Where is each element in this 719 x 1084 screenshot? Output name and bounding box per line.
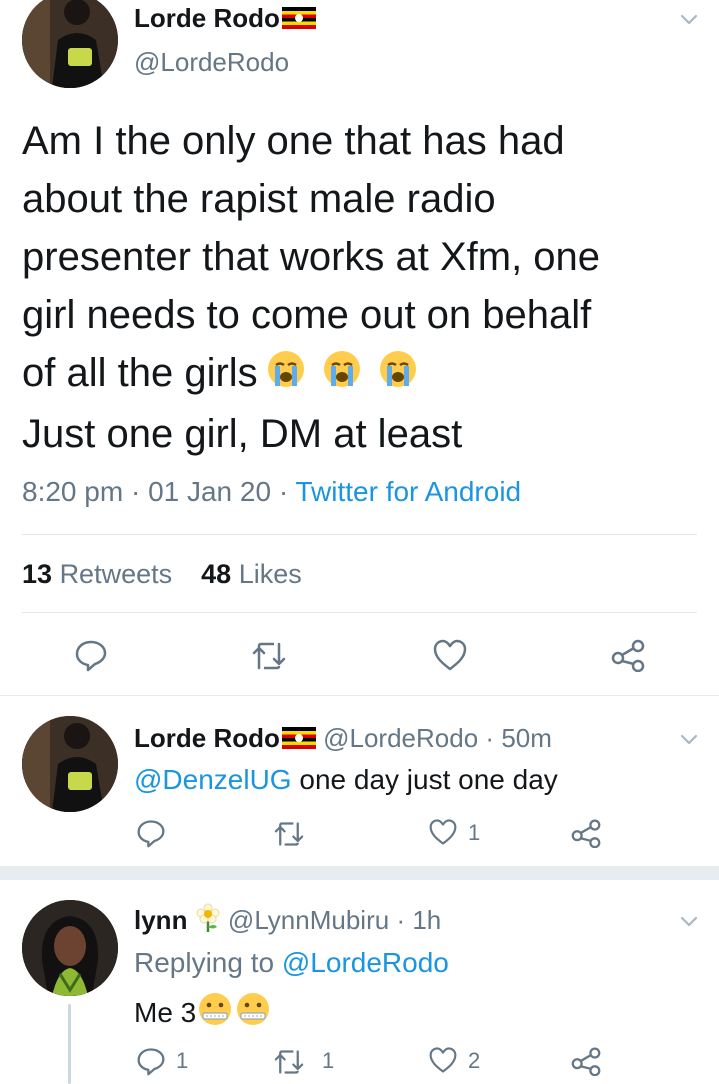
chevron-down-icon[interactable] [678, 8, 700, 30]
heart-icon[interactable] [432, 638, 468, 672]
tweet-age[interactable]: 50m [501, 723, 552, 753]
share-icon[interactable] [570, 818, 602, 848]
tweet-body: Me 3 [134, 996, 197, 1028]
like-count: 2 [468, 1048, 481, 1073]
face-with-thermometer-icon [196, 990, 234, 1039]
reply-icon[interactable] [74, 638, 108, 672]
tweet-time[interactable]: 8:20 pm [22, 476, 123, 507]
retweets-stat[interactable]: 13 Retweets [22, 559, 172, 589]
separator: · [130, 476, 141, 507]
tweet-text-line: Am I the only one that has had [22, 119, 565, 163]
tweet-text-line: of all the girls [22, 351, 258, 395]
retweets-count: 13 [22, 559, 53, 589]
tweet-text: Me 3 [134, 990, 272, 1039]
retweets-label: Retweets [59, 559, 173, 589]
blossom-icon [195, 903, 221, 941]
retweet-icon[interactable] [272, 820, 306, 848]
replying-to: Replying to @LordeRodo [134, 946, 449, 980]
reply-icon[interactable] [136, 1046, 166, 1076]
tweet-meta: 8:20 pm · 01 Jan 20 · Twitter for Androi… [22, 474, 521, 510]
replying-prefix: Replying to [134, 947, 275, 978]
tweet-text-line: presenter that works at Xfm, one [22, 235, 601, 279]
tweet-text-line: girl needs to come out on behalf [22, 293, 592, 337]
replying-to-link[interactable]: @LordeRodo [282, 947, 449, 978]
separator: · [278, 476, 289, 507]
likes-stat[interactable]: 48 Likes [201, 559, 302, 589]
display-name[interactable]: Lorde Rodo [134, 3, 280, 33]
tweet-stats: 13 Retweets 48 Likes [22, 556, 302, 592]
chevron-down-icon[interactable] [678, 728, 700, 750]
handle[interactable]: @LynnMubiru [228, 905, 389, 935]
like-count: 1 [468, 820, 481, 845]
separator: · [396, 905, 406, 935]
face-with-thermometer-icon [234, 990, 272, 1039]
thread-line [68, 1004, 71, 1084]
display-name[interactable]: Lorde Rodo [134, 723, 280, 753]
retweet-count: 1 [322, 1048, 335, 1073]
tweet-body: one day just one day [299, 764, 558, 795]
retweet-icon[interactable] [272, 1048, 306, 1076]
divider [0, 695, 719, 696]
divider [22, 612, 697, 613]
mention-link[interactable]: @DenzelUG [134, 764, 292, 795]
tweet-date[interactable]: 01 Jan 20 [148, 476, 271, 507]
loudly-crying-face-icon [258, 345, 314, 405]
handle[interactable]: @LordeRodo [323, 723, 478, 753]
heart-icon[interactable] [428, 818, 458, 846]
share-icon[interactable] [610, 638, 646, 672]
tweet-age[interactable]: 1h [412, 905, 441, 935]
avatar[interactable] [22, 716, 118, 812]
display-name[interactable]: lynn [134, 905, 187, 935]
reply-icon[interactable] [136, 818, 166, 848]
separator: · [485, 723, 495, 753]
avatar[interactable] [22, 900, 118, 996]
tweet-source[interactable]: Twitter for Android [295, 476, 521, 507]
tweet-text: @DenzelUG one day just one day [134, 763, 558, 797]
loudly-crying-face-icon [370, 345, 426, 405]
uganda-flag-icon [281, 4, 316, 36]
likes-label: Likes [238, 559, 302, 589]
likes-count: 48 [201, 559, 232, 589]
share-icon[interactable] [570, 1046, 602, 1076]
retweet-icon[interactable] [250, 640, 288, 672]
loudly-crying-face-icon [314, 345, 370, 405]
avatar[interactable] [22, 0, 118, 88]
tweet-text-line: about the rapist male radio [22, 177, 496, 221]
tweet-text-line: Just one girl, DM at least [22, 412, 463, 457]
heart-icon[interactable] [428, 1046, 458, 1074]
uganda-flag-icon [281, 723, 316, 757]
chevron-down-icon[interactable] [678, 910, 700, 932]
reply-count: 1 [176, 1048, 189, 1073]
tweet-text: Am I the only one that has had about the… [22, 112, 702, 463]
handle[interactable]: @LordeRodo [134, 46, 289, 78]
section-gap [0, 866, 719, 880]
divider [22, 534, 697, 535]
